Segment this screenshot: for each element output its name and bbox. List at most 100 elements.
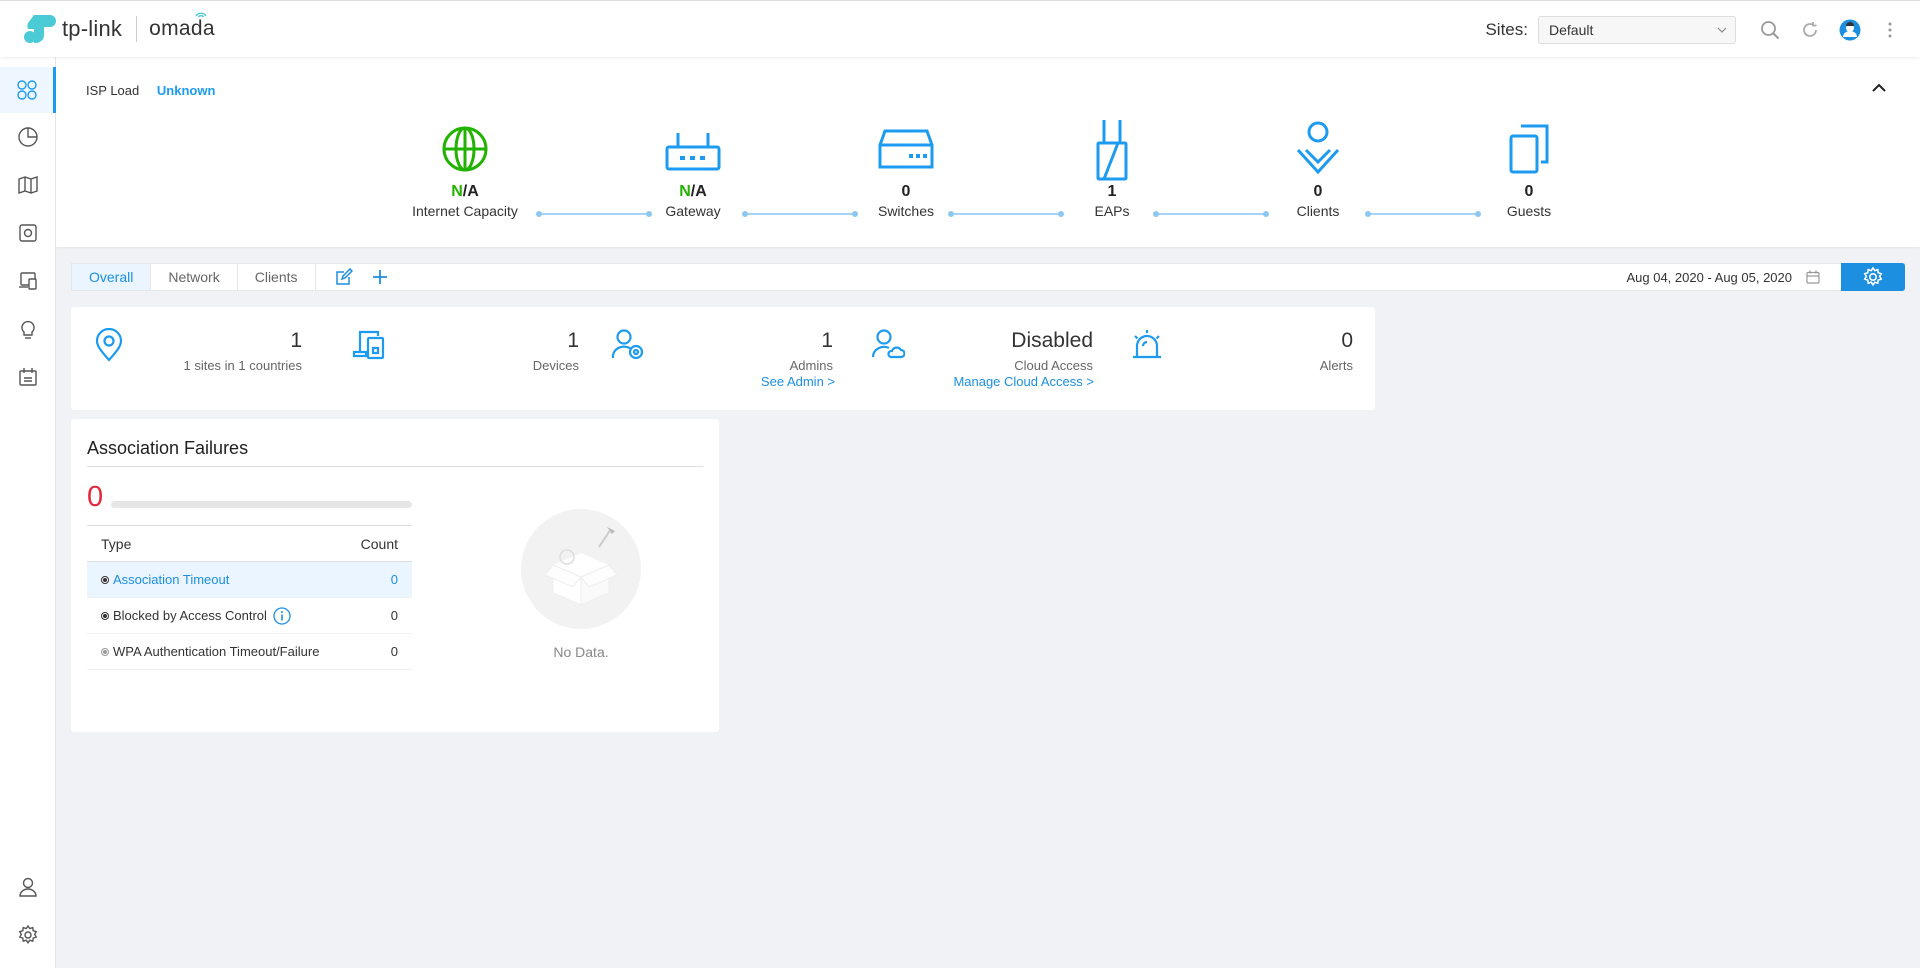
- guest-icon: [1509, 124, 1549, 174]
- topo-guests[interactable]: 0 Guests: [1449, 117, 1609, 219]
- nav-map[interactable]: [0, 162, 56, 208]
- location-pin-icon: [95, 328, 123, 362]
- collapse-topology-button[interactable]: [1872, 79, 1886, 97]
- clients-icon: [19, 272, 37, 290]
- plus-icon: [372, 270, 387, 284]
- cloud-access-label: Cloud Access: [1014, 358, 1093, 373]
- cloud-access-status: Disabled: [1011, 329, 1093, 352]
- add-tab-button[interactable]: [362, 264, 398, 290]
- product-name-text: omada: [149, 17, 215, 40]
- association-failures-total: 0: [87, 481, 104, 513]
- guests-value: 0: [1524, 183, 1534, 200]
- nav-account[interactable]: [0, 864, 56, 910]
- devices-icon: [352, 330, 385, 360]
- col-count-header: Count: [360, 535, 398, 552]
- edit-tab-button[interactable]: [326, 264, 362, 290]
- nav-settings[interactable]: [0, 912, 56, 958]
- edit-icon: [335, 268, 353, 285]
- map-icon: [18, 176, 38, 194]
- col-type-header: Type: [101, 535, 132, 552]
- sites-label: Sites:: [1485, 19, 1528, 39]
- brand-divider: [136, 16, 138, 42]
- topo-gateway[interactable]: N/A Gateway: [613, 117, 773, 219]
- row-count: 0: [390, 608, 398, 623]
- sites-label: 1 sites in 1 countries: [183, 358, 302, 373]
- search-icon: [1761, 20, 1780, 39]
- summary-card: 1 1 sites in 1 countries 1 Devices 1 Adm…: [71, 307, 1375, 410]
- nav-insight[interactable]: [0, 306, 56, 352]
- log-icon: [19, 368, 37, 386]
- pie-chart-icon: [18, 127, 38, 147]
- tp-link-logo-icon: [24, 15, 56, 43]
- tab-network[interactable]: Network: [151, 264, 238, 290]
- row-count: 0: [390, 644, 398, 659]
- cloud-user-icon: [871, 329, 905, 359]
- gateway-label: Gateway: [665, 203, 721, 219]
- gear-icon: [1863, 266, 1883, 287]
- isp-load-label: ISP Load: [86, 83, 140, 98]
- chevron-down-icon: [1717, 27, 1727, 33]
- nav-devices[interactable]: [0, 210, 56, 256]
- dashboard-tabbar: Overall Network Clients Aug 04, 2020 - A…: [71, 263, 1905, 291]
- sites-count: 1: [290, 329, 302, 352]
- eaps-value: 1: [1107, 183, 1117, 200]
- guests-label: Guests: [1506, 203, 1552, 219]
- site-select[interactable]: Default: [1538, 15, 1736, 44]
- date-range-picker[interactable]: Aug 04, 2020 - Aug 05, 2020: [1626, 264, 1820, 290]
- nav-dashboard[interactable]: [0, 67, 56, 113]
- row-type: Blocked by Access Control: [113, 608, 267, 623]
- site-select-value: Default: [1549, 21, 1594, 38]
- topo-internet[interactable]: N/A Internet Capacity: [385, 117, 545, 219]
- manage-cloud-access-link[interactable]: Manage Cloud Access >: [953, 374, 1094, 389]
- globe-icon: [442, 126, 488, 172]
- internet-value-rest: /A: [462, 183, 479, 200]
- client-icon: [1296, 121, 1340, 175]
- legend-dot-icon: [101, 575, 109, 584]
- table-row[interactable]: WPA Authentication Timeout/Failure 0: [87, 634, 412, 670]
- nav-clients[interactable]: [0, 258, 56, 304]
- avatar-icon: [1839, 19, 1861, 40]
- eaps-label: EAPs: [1094, 203, 1130, 219]
- failures-progress-bar: [111, 501, 412, 508]
- refresh-button[interactable]: [1798, 18, 1822, 42]
- wifi-wave-icon: [195, 12, 207, 18]
- topo-clients[interactable]: 0 Clients: [1238, 117, 1398, 219]
- calendar-icon: [1806, 270, 1820, 284]
- see-admin-link[interactable]: See Admin >: [761, 374, 835, 389]
- association-failures-card: Association Failures 0 Type Count Associ…: [71, 419, 719, 732]
- nav-logs[interactable]: [0, 354, 56, 400]
- table-row[interactable]: Blocked by Access Control 0: [87, 598, 412, 634]
- devices-count: 1: [567, 329, 579, 352]
- gateway-icon: [665, 133, 721, 171]
- chevron-up-icon: [1872, 83, 1886, 92]
- table-row[interactable]: Association Timeout 0: [87, 562, 412, 598]
- failures-table: Type Count Association Timeout 0 Blocked…: [87, 525, 412, 670]
- admins-count: 1: [821, 329, 833, 352]
- topo-switches[interactable]: 0 Switches: [826, 117, 986, 219]
- tab-clients[interactable]: Clients: [238, 264, 316, 290]
- empty-box-icon: [521, 509, 641, 629]
- brand-name: tp-link: [62, 16, 123, 41]
- topo-eaps[interactable]: 1 EAPs: [1032, 117, 1192, 219]
- admins-label: Admins: [789, 358, 833, 373]
- gateway-value-rest: /A: [690, 183, 707, 200]
- more-menu-button[interactable]: [1878, 18, 1902, 42]
- device-icon: [19, 224, 37, 242]
- info-icon[interactable]: [273, 606, 291, 625]
- product-name: omada: [149, 12, 215, 41]
- row-count: 0: [390, 572, 398, 587]
- nav-statistics[interactable]: [0, 114, 56, 160]
- alerts-count: 0: [1341, 329, 1353, 352]
- brand-logo[interactable]: tp-link omada: [20, 11, 215, 47]
- tab-overall[interactable]: Overall: [72, 264, 152, 290]
- association-failures-title: Association Failures: [87, 438, 249, 458]
- legend-dot-icon: [101, 647, 109, 656]
- alarm-icon: [1133, 330, 1161, 359]
- refresh-icon: [1803, 21, 1817, 37]
- user-avatar-button[interactable]: [1838, 18, 1862, 42]
- search-button[interactable]: [1758, 18, 1782, 42]
- dashboard-settings-button[interactable]: [1841, 263, 1905, 291]
- isp-load-value[interactable]: Unknown: [157, 83, 216, 98]
- clients-value: 0: [1313, 183, 1323, 200]
- user-icon: [19, 877, 37, 897]
